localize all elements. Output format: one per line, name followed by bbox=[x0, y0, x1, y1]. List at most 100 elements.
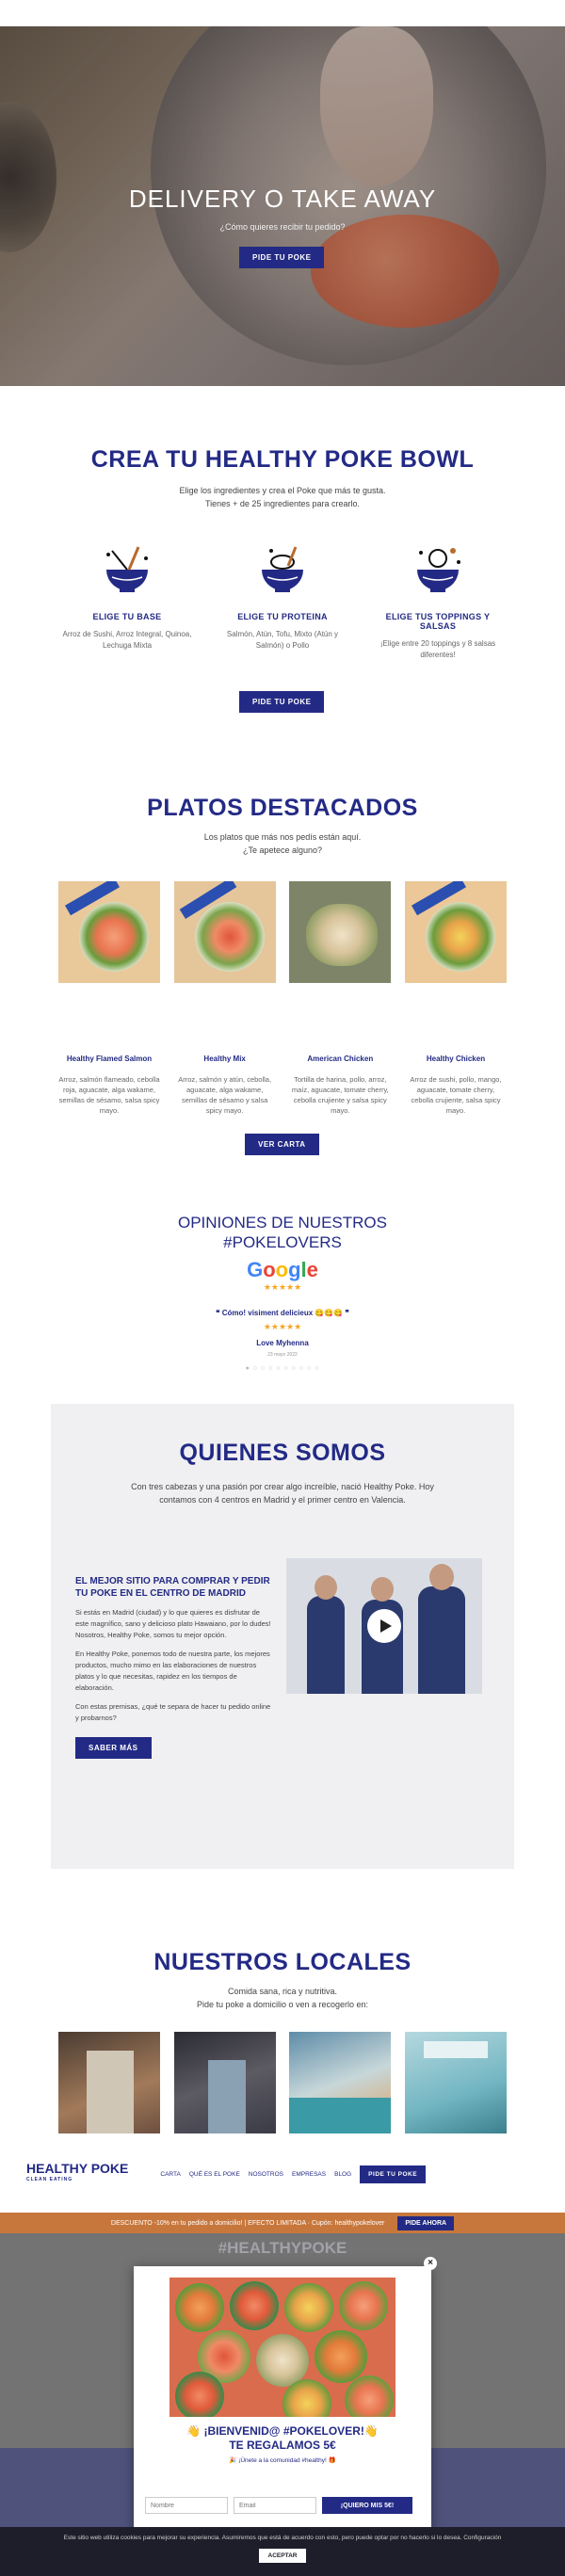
step-base: ELIGE TU BASE Arroz de Sushi, Arroz Inte… bbox=[56, 539, 198, 661]
promo-text: DESCUENTO -10% en tu pedido a domicilio!… bbox=[110, 2219, 385, 2227]
google-letter: o bbox=[275, 1258, 289, 1281]
locales-title: NUESTROS LOCALES bbox=[153, 1949, 412, 1975]
dish-card[interactable]: American Chicken Tortilla de harina, pol… bbox=[289, 881, 392, 1116]
modal-title: 👋 ¡BIENVENID@ #POKELOVER!👋 TE REGALAMOS … bbox=[134, 2424, 431, 2453]
hero-subtitle: ¿Cómo quieres recibir tu pedido? bbox=[219, 222, 346, 232]
dish-image bbox=[58, 881, 160, 983]
nav-order-button[interactable]: PIDE TU POKE bbox=[360, 2165, 427, 2183]
dish-card[interactable]: Healthy Mix Arroz, salmón y atún, ceboll… bbox=[173, 881, 276, 1116]
dish-description: Arroz, salmón flameado, cebolla roja, ag… bbox=[58, 1075, 160, 1115]
local-photo[interactable] bbox=[58, 2032, 160, 2133]
bowl-protein-icon bbox=[212, 539, 353, 601]
email-field[interactable] bbox=[234, 2497, 316, 2514]
dish-description: Arroz de sushi, pollo, mango, aguacate, … bbox=[410, 1075, 502, 1115]
nav-item-nosotros[interactable]: NOSOTROS bbox=[249, 2171, 283, 2178]
carousel-dots[interactable]: ● ○ ○ ○ ○ ○ ○ ○ ○ ○ bbox=[0, 1365, 565, 1372]
ver-carta-button[interactable]: VER CARTA bbox=[245, 1134, 319, 1155]
hashtag-title: #HEALTHYPOKE bbox=[218, 2239, 347, 2257]
reviews-title: OPINIONES DE NUESTROS #POKELOVERS bbox=[0, 1213, 565, 1252]
modal-title-line2: TE REGALAMOS 5€ bbox=[229, 2439, 336, 2452]
cookie-text: Este sitio web utiliza cookies para mejo… bbox=[63, 2535, 502, 2541]
platos-line1: Los platos que más nos pedís están aquí. bbox=[203, 832, 362, 842]
promo-bar: DESCUENTO -10% en tu pedido a domicilio!… bbox=[0, 2213, 565, 2233]
dish-description: Tortilla de harina, pollo, arroz, maíz, … bbox=[291, 1075, 389, 1115]
quienes-text-block: EL MEJOR SITIO PARA COMPRAR Y PEDIR TU P… bbox=[75, 1575, 273, 1759]
quienes-intro: Con tres cabezas y una pasión por crear … bbox=[131, 1482, 434, 1505]
google-letter: e bbox=[306, 1258, 318, 1281]
close-icon[interactable]: × bbox=[424, 2257, 437, 2270]
quienes-heading: EL MEJOR SITIO PARA COMPRAR Y PEDIR TU P… bbox=[75, 1576, 270, 1599]
local-photo[interactable] bbox=[404, 2032, 507, 2133]
quienes-somos-section: QUIENES SOMOS Con tres cabezas y una pas… bbox=[51, 1404, 514, 1869]
modal-subtitle: 🎉 ¡Únete a la comunidad #healthy! 🎁 bbox=[229, 2457, 336, 2464]
step-toppings: ELIGE TUS TOPPINGS Y SALSAS ¡Elige entre… bbox=[367, 539, 508, 661]
dish-image bbox=[173, 881, 276, 983]
platos-title: PLATOS DESTACADOS bbox=[147, 795, 418, 821]
reviews-title-line2: #POKELOVERS bbox=[223, 1233, 342, 1251]
google-letter: o bbox=[263, 1258, 276, 1281]
crea-steps: ELIGE TU BASE Arroz de Sushi, Arroz Inte… bbox=[56, 539, 508, 661]
name-field[interactable] bbox=[145, 2497, 228, 2514]
dish-card[interactable]: Healthy Chicken Arroz de sushi, pollo, m… bbox=[404, 881, 507, 1116]
nav-item-que-es[interactable]: QUÉ ES EL POKE bbox=[189, 2171, 240, 2178]
nav-item-carta[interactable]: CARTA bbox=[160, 2171, 180, 2178]
review-date: 23 mayo 2022 bbox=[267, 1352, 298, 1358]
platos-line2: ¿Te apetece alguno? bbox=[242, 845, 323, 855]
dish-name: Healthy Chicken bbox=[426, 1055, 486, 1063]
quienes-paragraph: Si estás en Madrid (ciudad) y lo que qui… bbox=[75, 1608, 271, 1639]
hero-order-button[interactable]: PIDE TU POKE bbox=[239, 247, 325, 268]
dish-card[interactable]: Healthy Flamed Salmon Arroz, salmón flam… bbox=[58, 881, 160, 1116]
crea-order-button[interactable]: PIDE TU POKE bbox=[239, 691, 325, 713]
review-author: Love Myhenna bbox=[256, 1339, 309, 1347]
claim-discount-button[interactable]: ¡QUIERO MIS 5€! bbox=[322, 2497, 412, 2514]
local-photo[interactable] bbox=[289, 2032, 392, 2133]
step-protein-title: ELIGE TU PROTEINA bbox=[237, 612, 328, 621]
dish-image bbox=[404, 881, 507, 983]
step-base-title: ELIGE TU BASE bbox=[92, 612, 162, 621]
google-logo: Google bbox=[0, 1258, 565, 1282]
accept-cookies-button[interactable]: ACEPTAR bbox=[258, 2549, 307, 2563]
sticky-header: HEALTHY POKE CLEAN EATING CARTA QUÉ ES E… bbox=[0, 2156, 565, 2192]
welcome-modal: × 👋 ¡BIENVENID@ #POKELOVER!👋 TE REGALAMO… bbox=[134, 2257, 437, 2534]
crea-line2: Tienes + de 25 ingredientes para crearlo… bbox=[204, 499, 361, 508]
site-logo[interactable]: HEALTHY POKE CLEAN EATING bbox=[26, 2162, 128, 2185]
crea-title: CREA TU HEALTHY POKE BOWL bbox=[90, 446, 475, 473]
promo-button[interactable]: PIDE AHORA bbox=[397, 2215, 455, 2230]
reviews-title-line1: OPINIONES DE NUESTROS bbox=[178, 1214, 387, 1232]
dish-name: Healthy Flamed Salmon bbox=[66, 1055, 153, 1063]
modal-poke-bowls-image bbox=[170, 2278, 396, 2417]
bowl-toppings-icon bbox=[367, 539, 508, 601]
step-toppings-text: ¡Elige entre 20 toppings y 8 salsas dife… bbox=[379, 639, 496, 659]
nav-item-empresas[interactable]: EMPRESAS bbox=[292, 2171, 326, 2178]
quienes-paragraph: Con estas premisas, ¿qué te separa de ha… bbox=[75, 1702, 271, 1722]
nav-item-blog[interactable]: BLOG bbox=[334, 2171, 351, 2178]
modal-form: ¡QUIERO MIS 5€! bbox=[145, 2497, 420, 2514]
google-letter: G bbox=[247, 1258, 264, 1281]
locales-line1: Comida sana, rica y nutritiva. bbox=[227, 1987, 338, 1996]
locales-gallery bbox=[58, 2032, 507, 2133]
hero-title: DELIVERY O TAKE AWAY bbox=[128, 185, 437, 213]
locales-line2: Pide tu poke a domicilio o ven a recoger… bbox=[196, 2000, 369, 2009]
quienes-title: QUIENES SOMOS bbox=[179, 1440, 386, 1466]
google-letter: g bbox=[288, 1258, 301, 1281]
quienes-paragraph: En Healthy Poke, ponemos todo de nuestra… bbox=[75, 1650, 270, 1692]
review-quote: ❝ Cómo! visiment delicieux 😋😋😋 ❞ bbox=[216, 1309, 349, 1317]
google-stars: ★★★★★ bbox=[263, 1282, 302, 1292]
play-icon[interactable] bbox=[367, 1609, 401, 1643]
dish-image bbox=[289, 881, 392, 983]
local-photo[interactable] bbox=[173, 2032, 276, 2133]
hero-banner: DELIVERY O TAKE AWAY ¿Cómo quieres recib… bbox=[0, 26, 565, 386]
crea-line1: Elige los ingredientes y crea el Poke qu… bbox=[179, 486, 386, 495]
saber-mas-button[interactable]: SABER MÁS bbox=[75, 1737, 152, 1759]
dish-name: American Chicken bbox=[307, 1055, 374, 1063]
dish-name: Healthy Mix bbox=[203, 1055, 246, 1063]
cookie-banner: Este sitio web utiliza cookies para mejo… bbox=[0, 2527, 565, 2576]
step-base-text: Arroz de Sushi, Arroz Integral, Quinoa, … bbox=[62, 630, 192, 650]
step-protein: ELIGE TU PROTEINA Salmón, Atún, Tofu, Mi… bbox=[212, 539, 353, 661]
dish-description: Arroz, salmón y atún, cebolla, aguacate,… bbox=[178, 1075, 272, 1115]
main-nav: CARTA QUÉ ES EL POKE NOSOTROS EMPRESAS B… bbox=[160, 2165, 427, 2183]
step-toppings-title: ELIGE TUS TOPPINGS Y SALSAS bbox=[385, 612, 491, 631]
modal-title-line1: 👋 ¡BIENVENID@ #POKELOVER!👋 bbox=[186, 2424, 379, 2438]
founders-video[interactable] bbox=[286, 1558, 482, 1694]
bowl-chopsticks-icon bbox=[56, 539, 198, 601]
